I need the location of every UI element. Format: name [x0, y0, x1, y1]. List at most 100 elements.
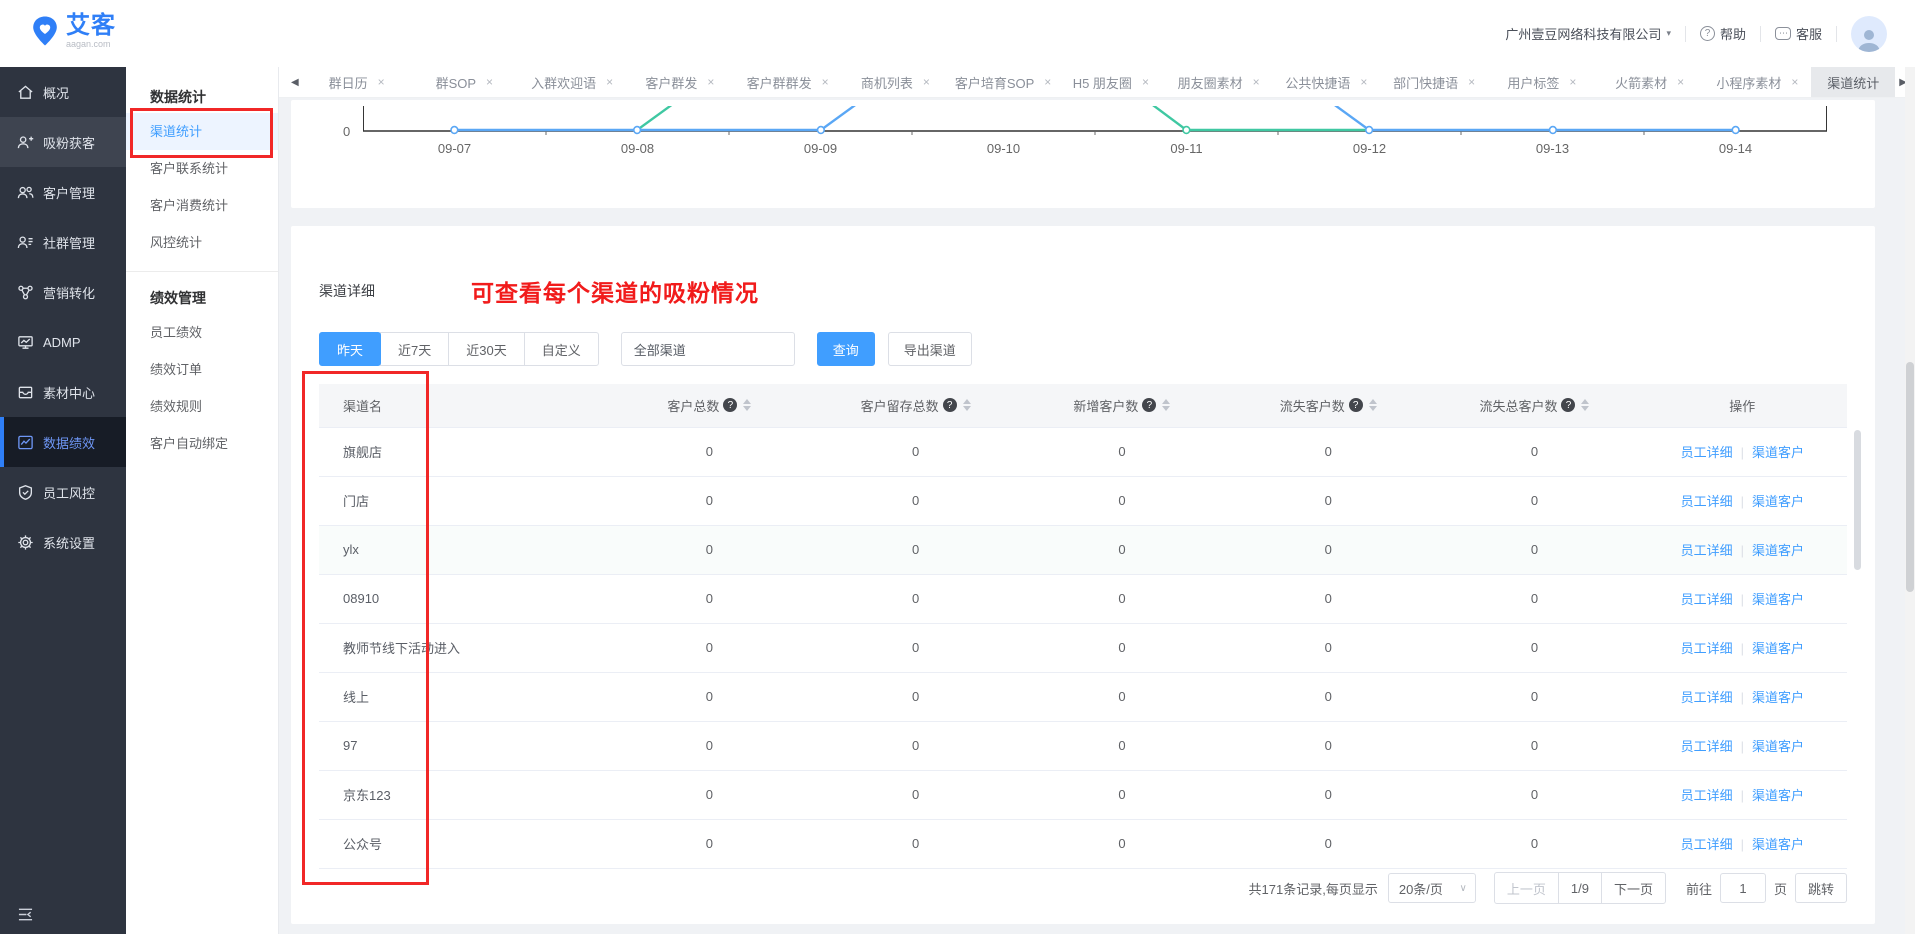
channel-customers-link[interactable]: 渠道客户: [1752, 641, 1804, 656]
user-avatar[interactable]: [1851, 16, 1887, 52]
tab-rocket-material[interactable]: 火箭素材×: [1596, 67, 1704, 97]
employee-detail-link[interactable]: 员工详细: [1681, 494, 1733, 509]
tab-group-sop[interactable]: 群SOP×: [410, 67, 518, 97]
customer-service-button[interactable]: ⋯ 客服: [1775, 24, 1822, 43]
sort-icon[interactable]: [963, 399, 971, 411]
filter-last30-button[interactable]: 近30天: [448, 332, 524, 366]
tab-nurture-sop[interactable]: 客户培育SOP×: [949, 67, 1057, 97]
table-scrollbar-thumb[interactable]: [1854, 430, 1861, 570]
tab-customer-mass-send[interactable]: 客户群发×: [626, 67, 734, 97]
submenu-item-consumption-stats[interactable]: 客户消费统计: [126, 187, 278, 224]
sort-icon[interactable]: [1369, 399, 1377, 411]
sidebar-item-settings[interactable]: 系统设置: [0, 517, 126, 567]
close-icon[interactable]: ×: [1142, 75, 1149, 89]
channel-customers-link[interactable]: 渠道客户: [1752, 739, 1804, 754]
employee-detail-link[interactable]: 员工详细: [1681, 690, 1733, 705]
employee-detail-link[interactable]: 员工详细: [1681, 641, 1733, 656]
col-total-lost-customers[interactable]: 流失总客户数?: [1431, 384, 1637, 427]
table-row[interactable]: ylx 00000 员工详细|渠道客户: [319, 525, 1847, 574]
tabs-scroll-left-icon[interactable]: ◀: [287, 77, 303, 88]
query-button[interactable]: 查询: [817, 332, 875, 366]
col-lost-customers[interactable]: 流失客户数?: [1225, 384, 1431, 427]
table-row[interactable]: 京东123 00000 员工详细|渠道客户: [319, 770, 1847, 819]
employee-detail-link[interactable]: 员工详细: [1681, 543, 1733, 558]
tab-join-welcome[interactable]: 入群欢迎语×: [518, 67, 626, 97]
channel-customers-link[interactable]: 渠道客户: [1752, 445, 1804, 460]
col-retained-customers[interactable]: 客户留存总数?: [813, 384, 1019, 427]
tab-miniprogram-material[interactable]: 小程序素材×: [1703, 67, 1811, 97]
close-icon[interactable]: ×: [1791, 75, 1798, 89]
help-icon[interactable]: ?: [1561, 398, 1575, 412]
close-icon[interactable]: ×: [707, 75, 714, 89]
submenu-item-employee-performance[interactable]: 员工绩效: [126, 314, 278, 351]
tab-public-quick-replies[interactable]: 公共快捷语×: [1272, 67, 1380, 97]
submenu-item-channel-stats[interactable]: 渠道统计: [126, 113, 278, 150]
company-switcher[interactable]: 广州壹豆网络科技有限公司 ▾: [1505, 24, 1671, 43]
channel-customers-link[interactable]: 渠道客户: [1752, 690, 1804, 705]
tab-group-calendar[interactable]: 群日历×: [303, 67, 411, 97]
tab-h5-moments[interactable]: H5 朋友圈×: [1057, 67, 1165, 97]
goto-page-input[interactable]: [1720, 873, 1766, 903]
employee-detail-link[interactable]: 员工详细: [1681, 739, 1733, 754]
table-row[interactable]: 线上 00000 员工详细|渠道客户: [319, 672, 1847, 721]
submenu-item-performance-rules[interactable]: 绩效规则: [126, 388, 278, 425]
sort-icon[interactable]: [743, 399, 751, 411]
close-icon[interactable]: ×: [1360, 75, 1367, 89]
channel-customers-link[interactable]: 渠道客户: [1752, 837, 1804, 852]
channel-customers-link[interactable]: 渠道客户: [1752, 788, 1804, 803]
sort-icon[interactable]: [1581, 399, 1589, 411]
close-icon[interactable]: ×: [923, 75, 930, 89]
close-icon[interactable]: ×: [486, 75, 493, 89]
table-row[interactable]: 97 00000 员工详细|渠道客户: [319, 721, 1847, 770]
help-button[interactable]: ? 帮助: [1700, 24, 1746, 43]
employee-detail-link[interactable]: 员工详细: [1681, 445, 1733, 460]
app-logo[interactable]: 艾客 aagan.com: [30, 14, 116, 53]
tab-dept-quick-replies[interactable]: 部门快捷语×: [1380, 67, 1488, 97]
table-row[interactable]: 教师节线下活动进入 00000 员工详细|渠道客户: [319, 623, 1847, 672]
close-icon[interactable]: ×: [822, 75, 829, 89]
window-scrollbar-thumb[interactable]: [1906, 362, 1914, 592]
channel-customers-link[interactable]: 渠道客户: [1752, 592, 1804, 607]
col-total-customers[interactable]: 客户总数?: [606, 384, 812, 427]
channel-customers-link[interactable]: 渠道客户: [1752, 543, 1804, 558]
tab-moments-material[interactable]: 朋友圈素材×: [1165, 67, 1273, 97]
filter-last7-button[interactable]: 近7天: [380, 332, 449, 366]
submenu-item-risk-stats[interactable]: 风控统计: [126, 224, 278, 261]
tab-group-mass-send[interactable]: 客户群群发×: [734, 67, 842, 97]
close-icon[interactable]: ×: [606, 75, 613, 89]
sidebar-item-acquisition[interactable]: 吸粉获客: [0, 117, 126, 167]
table-row[interactable]: 门店 00000 员工详细|渠道客户: [319, 476, 1847, 525]
close-icon[interactable]: ×: [1468, 75, 1475, 89]
submenu-item-contact-stats[interactable]: 客户联系统计: [126, 150, 278, 187]
window-scrollbar[interactable]: [1905, 67, 1915, 934]
channel-customers-link[interactable]: 渠道客户: [1752, 494, 1804, 509]
next-page-button[interactable]: 下一页: [1601, 873, 1665, 903]
filter-yesterday-button[interactable]: 昨天: [319, 332, 381, 366]
filter-custom-button[interactable]: 自定义: [524, 332, 599, 366]
close-icon[interactable]: ×: [378, 75, 385, 89]
tab-opportunity-list[interactable]: 商机列表×: [841, 67, 949, 97]
sidebar-item-materials[interactable]: 素材中心: [0, 367, 126, 417]
tab-channel-stats-active[interactable]: 渠道统计: [1811, 67, 1895, 97]
close-icon[interactable]: ×: [1253, 75, 1260, 89]
employee-detail-link[interactable]: 员工详细: [1681, 788, 1733, 803]
sidebar-item-admp[interactable]: ADMP: [0, 317, 126, 367]
line-chart-plot[interactable]: [363, 106, 1827, 136]
export-channel-button[interactable]: 导出渠道: [888, 332, 972, 366]
sidebar-item-overview[interactable]: 概况: [0, 67, 126, 117]
jump-button[interactable]: 跳转: [1795, 873, 1847, 903]
table-row[interactable]: 公众号 00000 员工详细|渠道客户: [319, 819, 1847, 868]
prev-page-button[interactable]: 上一页: [1495, 873, 1558, 903]
sort-icon[interactable]: [1162, 399, 1170, 411]
close-icon[interactable]: ×: [1569, 75, 1576, 89]
sidebar-item-risk-control[interactable]: 员工风控: [0, 467, 126, 517]
sidebar-collapse-button[interactable]: [0, 894, 126, 934]
submenu-item-performance-orders[interactable]: 绩效订单: [126, 351, 278, 388]
submenu-item-auto-binding[interactable]: 客户自动绑定: [126, 425, 278, 462]
help-icon[interactable]: ?: [723, 398, 737, 412]
sidebar-item-customers[interactable]: 客户管理: [0, 167, 126, 217]
page-size-select[interactable]: 20条/页 ∨: [1388, 873, 1476, 903]
help-icon[interactable]: ?: [1142, 398, 1156, 412]
close-icon[interactable]: ×: [1677, 75, 1684, 89]
sidebar-item-groups[interactable]: 社群管理: [0, 217, 126, 267]
